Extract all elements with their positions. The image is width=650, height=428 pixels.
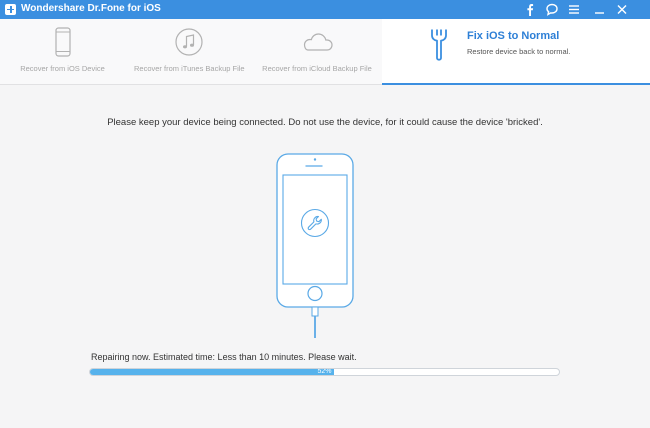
tab-recover-icloud-backup[interactable]: Recover from iCloud Backup File (262, 19, 372, 84)
app-logo-icon (5, 4, 16, 15)
tab-label: Recover from iCloud Backup File (262, 64, 372, 73)
progress-percent-label: 52% (317, 368, 332, 375)
wrench-icon (428, 27, 450, 61)
minimize-icon[interactable] (592, 2, 608, 17)
connection-warning-message: Please keep your device being connected.… (107, 117, 543, 128)
facebook-icon[interactable] (522, 2, 538, 17)
fix-ios-title: Fix iOS to Normal (467, 30, 560, 42)
repair-status-text: Repairing now. Estimated time: Less than… (91, 352, 357, 362)
cloud-icon (262, 27, 372, 57)
repair-progress-bar: 52% (89, 368, 560, 376)
window-title: Wondershare Dr.Fone for iOS (21, 3, 161, 14)
device-illustration (270, 150, 360, 355)
close-icon[interactable] (614, 2, 630, 17)
menu-icon[interactable] (566, 2, 582, 17)
tab-label: Recover from iOS Device (20, 64, 105, 73)
music-note-icon (134, 27, 244, 57)
phone-icon (15, 27, 110, 57)
title-bar: Wondershare Dr.Fone for iOS (0, 0, 650, 19)
repair-wrench-icon (300, 208, 330, 238)
mode-toolbar: Recover from iOS Device Recover from iTu… (0, 19, 650, 85)
feedback-icon[interactable] (544, 2, 560, 17)
tab-label: Recover from iTunes Backup File (134, 64, 245, 73)
tab-recover-itunes-backup[interactable]: Recover from iTunes Backup File (134, 19, 245, 84)
tab-recover-ios-device[interactable]: Recover from iOS Device (15, 19, 110, 84)
fix-ios-subtitle: Restore device back to normal. (467, 47, 571, 56)
